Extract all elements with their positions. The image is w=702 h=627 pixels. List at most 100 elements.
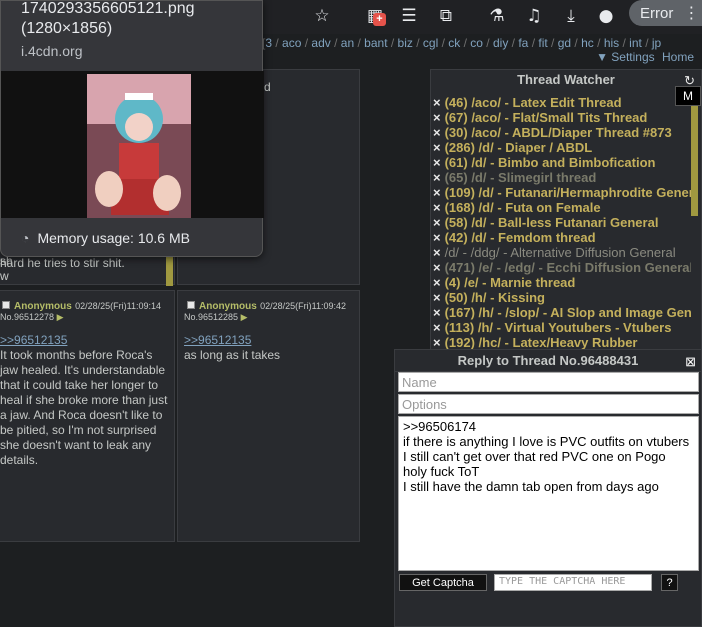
board-link-fit[interactable]: fit xyxy=(538,36,547,50)
watched-thread-title[interactable]: (50) /h/ - Kissing xyxy=(445,290,545,305)
settings-link[interactable]: ▼ Settings xyxy=(596,50,655,64)
watched-thread-title[interactable]: (65) /d/ - Slimegirl thread xyxy=(445,170,597,185)
watched-thread-item[interactable]: × (61) /d/ - Bimbo and Bimbofication xyxy=(433,155,691,170)
get-captcha-button[interactable]: Get Captcha xyxy=(399,574,487,591)
remove-thread-icon[interactable]: × xyxy=(433,200,441,215)
watched-thread-item[interactable]: × (192) /hc/ - Latex/Heavy Rubber xyxy=(433,335,691,350)
watched-thread-title[interactable]: (67) /aco/ - Flat/Small Tits Thread xyxy=(445,110,648,125)
board-link-ck[interactable]: ck xyxy=(448,36,460,50)
post-menu-arrow-icon[interactable]: ▶ xyxy=(57,312,64,322)
flask-icon[interactable]: ⚗ xyxy=(483,2,511,30)
remove-thread-icon[interactable]: × xyxy=(433,155,441,170)
watched-thread-title[interactable]: (109) /d/ - Futanari/Hermaphrodite Gener… xyxy=(445,185,691,200)
watched-thread-item[interactable]: × (30) /aco/ - ABDL/Diaper Thread #873 xyxy=(433,125,691,140)
watched-thread-item[interactable]: × (42) /d/ - Femdom thread xyxy=(433,230,691,245)
puzzle-extensions-icon[interactable]: ⧉ xyxy=(432,2,460,30)
watched-thread-title[interactable]: (58) /d/ - Ball-less Futanari General xyxy=(445,215,659,230)
remove-thread-icon[interactable]: × xyxy=(433,110,441,125)
post-date: 02/28/25(Fri)11:09:42 xyxy=(260,301,347,311)
watched-thread-title[interactable]: (4) /e/ - Marnie thread xyxy=(445,275,576,290)
post-checkbox[interactable] xyxy=(187,301,195,309)
remove-thread-icon[interactable]: × xyxy=(433,245,441,260)
watched-thread-item[interactable]: × (65) /d/ - Slimegirl thread xyxy=(433,170,691,185)
close-icon[interactable]: ⊠ xyxy=(685,354,696,370)
thread-watcher-panel: Thread Watcher ↻ M × (46) /aco/ - Latex E… xyxy=(430,69,702,354)
watched-thread-title[interactable]: (471) /e/ - /edg/ - Ecchi Diffusion Gene… xyxy=(445,260,691,275)
home-link[interactable]: Home xyxy=(662,50,694,64)
remove-thread-icon[interactable]: × xyxy=(433,125,441,140)
menu-kebab-icon[interactable]: ⋮ xyxy=(683,3,699,23)
reply-thread-number: 96488431 xyxy=(580,353,639,368)
watched-thread-item[interactable]: × (168) /d/ - Futa on Female xyxy=(433,200,691,215)
watched-thread-title[interactable]: (168) /d/ - Futa on Female xyxy=(445,200,601,215)
captcha-help-button[interactable]: ? xyxy=(661,574,678,591)
post-body: as long as it takes xyxy=(184,348,281,362)
board-link-bant[interactable]: bant xyxy=(364,36,387,50)
watched-thread-item[interactable]: × /d/ - /ddg/ - Alternative Diffusion Gen… xyxy=(433,245,691,260)
options-field[interactable]: Options xyxy=(398,394,699,414)
media-control-icon[interactable]: ♫ xyxy=(520,2,548,30)
profile-error-button[interactable]: Error ⋮ xyxy=(629,0,702,26)
watched-thread-item[interactable]: × (4) /e/ - Marnie thread xyxy=(433,275,691,290)
watched-thread-title[interactable]: (46) /aco/ - Latex Edit Thread xyxy=(445,95,622,110)
watched-thread-item[interactable]: × (167) /h/ - /slop/ - AI Slop and Image … xyxy=(433,305,691,320)
remove-thread-icon[interactable]: × xyxy=(433,260,441,275)
name-field[interactable]: Name xyxy=(398,372,699,392)
watched-thread-title[interactable]: (286) /d/ - Diaper / ABDL xyxy=(445,140,593,155)
watched-thread-item[interactable]: × (113) /h/ - Virtual Youtubers - Vtubers xyxy=(433,320,691,335)
board-link-his[interactable]: his xyxy=(604,36,619,50)
remove-thread-icon[interactable]: × xyxy=(433,170,441,185)
remove-thread-icon[interactable]: × xyxy=(433,185,441,200)
board-link-diy[interactable]: diy xyxy=(493,36,508,50)
post-checkbox[interactable] xyxy=(2,301,10,309)
board-link-an[interactable]: an xyxy=(341,36,354,50)
remove-thread-icon[interactable]: × xyxy=(433,275,441,290)
post-number[interactable]: No.96512278 xyxy=(0,312,54,322)
watched-thread-title[interactable]: /d/ - /ddg/ - Alternative Diffusion Gene… xyxy=(445,245,676,260)
watched-thread-item[interactable]: × (50) /h/ - Kissing xyxy=(433,290,691,305)
remove-thread-icon[interactable]: × xyxy=(433,215,441,230)
board-link-aco[interactable]: aco xyxy=(282,36,301,50)
board-link-jp[interactable]: jp xyxy=(652,36,661,50)
remove-thread-icon[interactable]: × xyxy=(433,230,441,245)
watched-thread-title[interactable]: (167) /h/ - /slop/ - AI Slop and Image G… xyxy=(445,305,691,320)
remove-thread-icon[interactable]: × xyxy=(433,305,441,320)
board-link-adv[interactable]: adv xyxy=(311,36,330,50)
board-link-biz[interactable]: biz xyxy=(398,36,413,50)
watched-thread-title[interactable]: (42) /d/ - Femdom thread xyxy=(445,230,596,245)
captcha-input[interactable]: TYPE THE CAPTCHA HERE xyxy=(494,574,652,591)
board-link-cgl[interactable]: cgl xyxy=(423,36,438,50)
board-link-hc[interactable]: hc xyxy=(581,36,594,50)
reply-post: Anonymous 02/28/25(Fri)11:09:14 No.96512… xyxy=(0,290,175,542)
watched-thread-item[interactable]: × (46) /aco/ - Latex Edit Thread xyxy=(433,95,691,110)
watched-thread-title[interactable]: (30) /aco/ - ABDL/Diaper Thread #873 xyxy=(445,125,672,140)
remove-thread-icon[interactable]: × xyxy=(433,140,441,155)
watched-thread-item[interactable]: × (471) /e/ - /edg/ - Ecchi Diffusion Gen… xyxy=(433,260,691,275)
post-menu-arrow-icon[interactable]: ▶ xyxy=(241,312,248,322)
remove-thread-icon[interactable]: × xyxy=(433,335,441,350)
watched-thread-item[interactable]: × (286) /d/ - Diaper / ABDL xyxy=(433,140,691,155)
quote-link[interactable]: >>96512135 xyxy=(184,333,251,348)
scrollbar-thumb[interactable] xyxy=(691,106,698,216)
hover-card-title: 1740293356605121.png (1280×1856) xyxy=(21,0,195,39)
quote-link[interactable]: >>96512135 xyxy=(0,333,67,348)
watched-thread-title[interactable]: (113) /h/ - Virtual Youtubers - Vtubers xyxy=(445,320,672,335)
watched-thread-title[interactable]: (192) /hc/ - Latex/Heavy Rubber xyxy=(445,335,638,350)
remove-thread-icon[interactable]: × xyxy=(433,95,441,110)
watched-thread-item[interactable]: × (58) /d/ - Ball-less Futanari General xyxy=(433,215,691,230)
board-link-fa[interactable]: fa xyxy=(518,36,528,50)
bookmark-star-icon[interactable]: ☆ xyxy=(308,2,336,30)
list-extension-icon[interactable]: ☰ xyxy=(395,2,423,30)
board-link-co[interactable]: co xyxy=(470,36,483,50)
download-icon[interactable]: ⤓ xyxy=(557,2,585,30)
watched-thread-item[interactable]: × (109) /d/ - Futanari/Hermaphrodite Gene… xyxy=(433,185,691,200)
watched-thread-title[interactable]: (61) /d/ - Bimbo and Bimbofication xyxy=(445,155,656,170)
watched-thread-item[interactable]: × (67) /aco/ - Flat/Small Tits Thread xyxy=(433,110,691,125)
remove-thread-icon[interactable]: × xyxy=(433,320,441,335)
comment-textarea[interactable]: >>96506174 if there is anything I love i… xyxy=(398,416,699,571)
board-link-int[interactable]: int xyxy=(629,36,642,50)
post-number[interactable]: No.96512285 xyxy=(184,312,238,322)
board-link-gd[interactable]: gd xyxy=(558,36,571,50)
remove-thread-icon[interactable]: × xyxy=(433,290,441,305)
profile-avatar-icon[interactable]: ● xyxy=(592,2,620,30)
